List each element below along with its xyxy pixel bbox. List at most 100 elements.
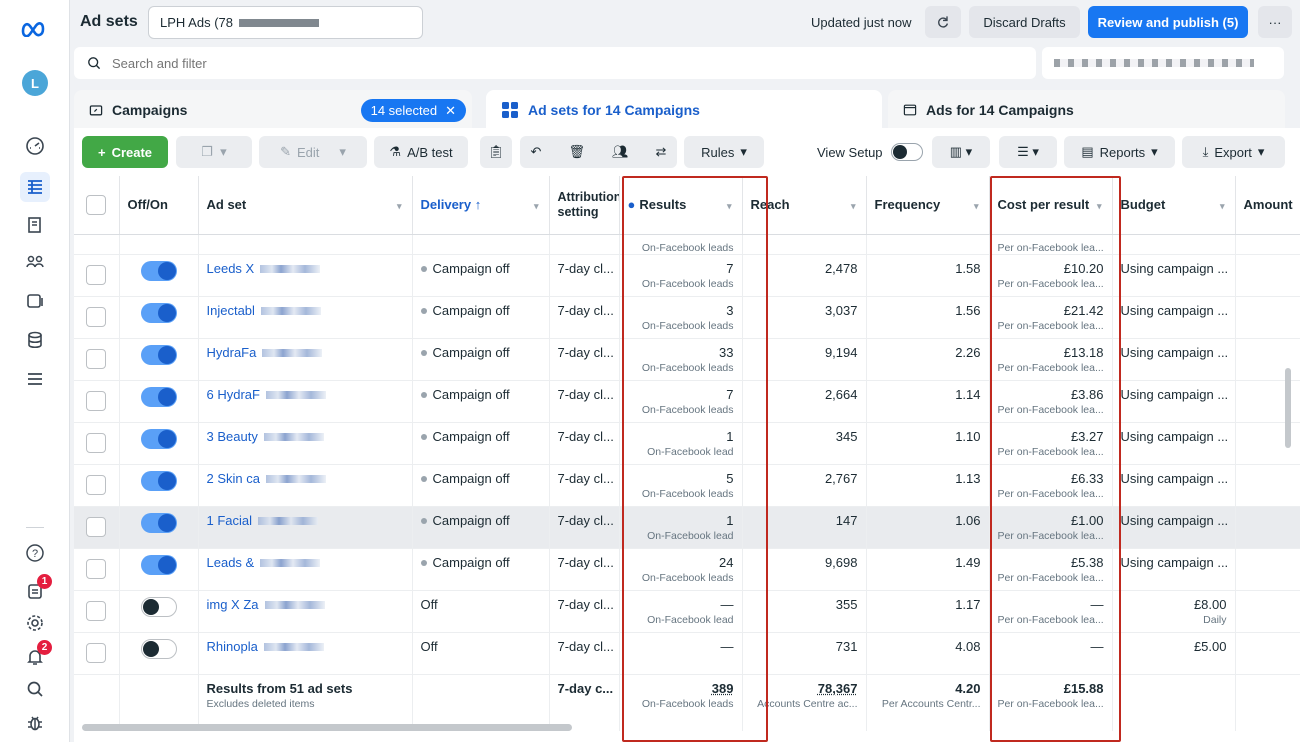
frequency-value: 2.26 xyxy=(955,344,981,360)
clipboard-button[interactable]: 📋︎ xyxy=(480,136,512,168)
ab-test-button[interactable]: ⚗ A/B test xyxy=(374,136,468,168)
adset-name-link[interactable]: 2 Skin ca xyxy=(207,471,260,486)
adset-toggle[interactable] xyxy=(140,302,177,323)
adset-toggle[interactable] xyxy=(140,344,177,365)
table-row[interactable]: Leeds X Campaign off 7-day cl... 7 On-Facebo… xyxy=(74,254,1300,297)
adset-toggle[interactable] xyxy=(140,638,177,659)
rules-button[interactable]: Rules ▾ xyxy=(684,136,764,168)
avatar[interactable]: L xyxy=(22,70,48,96)
col-header-adset[interactable]: Ad set ▾ xyxy=(198,176,413,235)
row-checkbox[interactable] xyxy=(86,264,107,285)
table-row[interactable]: Rhinopla Off 7-day cl... — 731 4.08 — £5.00 xyxy=(74,632,1300,675)
pages-icon[interactable] xyxy=(22,212,48,238)
ads-library-icon[interactable] xyxy=(22,288,48,314)
vertical-scrollbar[interactable] xyxy=(1285,368,1291,448)
tab-campaigns[interactable]: Campaigns 14 selected ✕ xyxy=(74,90,472,130)
col-header-reach[interactable]: Reach ▾ xyxy=(742,176,867,235)
table-row[interactable]: 3 Beauty Campaign off 7-day cl... 1 On-Faceb… xyxy=(74,422,1300,465)
col-header-amount[interactable]: Amount xyxy=(1235,176,1300,235)
account-selector[interactable]: LPH Ads (78 xyxy=(148,6,423,39)
tab-adsets[interactable]: Ad sets for 14 Campaigns xyxy=(486,90,882,130)
audience-icon[interactable] xyxy=(22,248,48,274)
table-row[interactable]: Injectabl Campaign off 7-day cl... 3 On-Face… xyxy=(74,296,1300,339)
row-checkbox[interactable] xyxy=(86,432,107,453)
horizontal-scrollbar[interactable] xyxy=(82,724,572,731)
notifications-doc-icon[interactable]: 1 xyxy=(22,574,52,604)
share-icon[interactable]: ⇄ xyxy=(656,144,667,160)
people-icon[interactable]: 👥︎ xyxy=(612,144,629,160)
adset-name-link[interactable]: 6 HydraF xyxy=(207,387,260,402)
menu-icon[interactable] xyxy=(22,366,48,392)
refresh-button[interactable] xyxy=(925,6,961,38)
adset-toggle[interactable] xyxy=(140,386,177,407)
edit-button[interactable]: ✎ Edit ▾ xyxy=(259,136,367,168)
col-header-cost[interactable]: Cost per result ▾ xyxy=(989,176,1113,235)
more-button[interactable]: ··· xyxy=(1258,6,1292,38)
table-row[interactable]: 6 HydraF Campaign off 7-day cl... 7 On-Faceb… xyxy=(74,380,1300,423)
adset-toggle[interactable] xyxy=(140,596,177,617)
adset-name-link[interactable]: 3 Beauty xyxy=(207,429,258,444)
adset-toggle[interactable] xyxy=(140,512,177,533)
adset-name-link[interactable]: Leeds X xyxy=(207,261,255,276)
gauge-icon[interactable] xyxy=(22,133,48,159)
breakdown-button[interactable]: ☰ ▾ xyxy=(999,136,1057,168)
trash-icon[interactable]: 🗑︎ xyxy=(568,144,585,160)
bug-icon[interactable] xyxy=(22,710,48,736)
col-header-budget[interactable]: Budget ▾ xyxy=(1112,176,1236,235)
discard-drafts-button[interactable]: Discard Drafts xyxy=(969,6,1080,38)
col-header-results[interactable]: ● Results ▾ xyxy=(619,176,743,235)
results-value: — xyxy=(720,596,734,612)
bell-icon[interactable]: 2 xyxy=(22,640,52,670)
row-checkbox[interactable] xyxy=(86,348,107,369)
adset-name-link[interactable]: HydraFa xyxy=(207,345,257,360)
gear-icon[interactable] xyxy=(22,610,48,636)
reports-button[interactable]: ▤ Reports ▾ xyxy=(1064,136,1175,168)
search-bar[interactable] xyxy=(74,47,1036,79)
tab-ads[interactable]: Ads for 14 Campaigns xyxy=(888,90,1285,130)
table-row[interactable]: img X Za Off 7-day cl... — On-Facebook lead 3… xyxy=(74,590,1300,633)
results-cell: 1 On-Facebook lead xyxy=(619,422,743,465)
adset-name-link[interactable]: img X Za xyxy=(207,597,259,612)
adset-name-link[interactable]: Rhinopla xyxy=(207,639,258,654)
help-icon[interactable]: ? xyxy=(22,540,48,566)
search-icon[interactable] xyxy=(22,676,48,702)
col-header-onoff[interactable]: Off/On xyxy=(119,176,199,235)
select-all-checkbox[interactable] xyxy=(86,194,107,215)
row-checkbox[interactable] xyxy=(86,516,107,537)
row-checkbox[interactable] xyxy=(86,642,107,663)
export-button[interactable]: ⤓ Export ▾ xyxy=(1182,136,1285,168)
adset-name-link[interactable]: 1 Facial xyxy=(207,513,253,528)
col-header-frequency[interactable]: Frequency ▾ xyxy=(866,176,990,235)
review-publish-button[interactable]: Review and publish (5) xyxy=(1088,6,1248,38)
adset-toggle[interactable] xyxy=(140,260,177,281)
table-icon[interactable] xyxy=(20,172,50,202)
col-header-delivery[interactable]: Delivery ↑ ▾ xyxy=(412,176,550,235)
close-icon[interactable]: ✕ xyxy=(445,103,456,119)
row-checkbox[interactable] xyxy=(86,474,107,495)
duplicate-button[interactable]: ❐ ▾ xyxy=(176,136,252,168)
meta-logo-icon[interactable] xyxy=(20,14,50,40)
create-button[interactable]: + Create xyxy=(82,136,168,168)
billing-icon[interactable] xyxy=(22,327,48,353)
col-header-attribution[interactable]: Attribution setting xyxy=(549,176,620,235)
columns-button[interactable]: ▥ ▾ xyxy=(932,136,990,168)
adset-name-link[interactable]: Leads & xyxy=(207,555,255,570)
view-setup-toggle[interactable] xyxy=(891,143,923,161)
selected-chip[interactable]: 14 selected ✕ xyxy=(360,99,466,122)
adset-name-link[interactable]: Injectabl xyxy=(207,303,255,318)
table-row[interactable]: 2 Skin ca Campaign off 7-day cl... 5 On-Face… xyxy=(74,464,1300,507)
search-input[interactable] xyxy=(112,55,912,71)
date-range-picker[interactable] xyxy=(1042,47,1284,79)
row-checkbox[interactable] xyxy=(86,306,107,327)
row-checkbox[interactable] xyxy=(86,390,107,411)
row-checkbox[interactable] xyxy=(86,600,107,621)
table-row[interactable]: 1 Facial Campaign off 7-day cl... 1 On-Faceb… xyxy=(74,506,1300,549)
adset-toggle[interactable] xyxy=(140,428,177,449)
table-row[interactable]: HydraFa Campaign off 7-day cl... 33 On-Faceb… xyxy=(74,338,1300,381)
undo-icon[interactable]: ↶ xyxy=(531,144,542,160)
frequency-cell: 1.49 xyxy=(866,548,990,591)
row-checkbox[interactable] xyxy=(86,558,107,579)
adset-toggle[interactable] xyxy=(140,470,177,491)
adset-toggle[interactable] xyxy=(140,554,177,575)
table-row[interactable]: Leads & Campaign off 7-day cl... 24 On-Faceb… xyxy=(74,548,1300,591)
